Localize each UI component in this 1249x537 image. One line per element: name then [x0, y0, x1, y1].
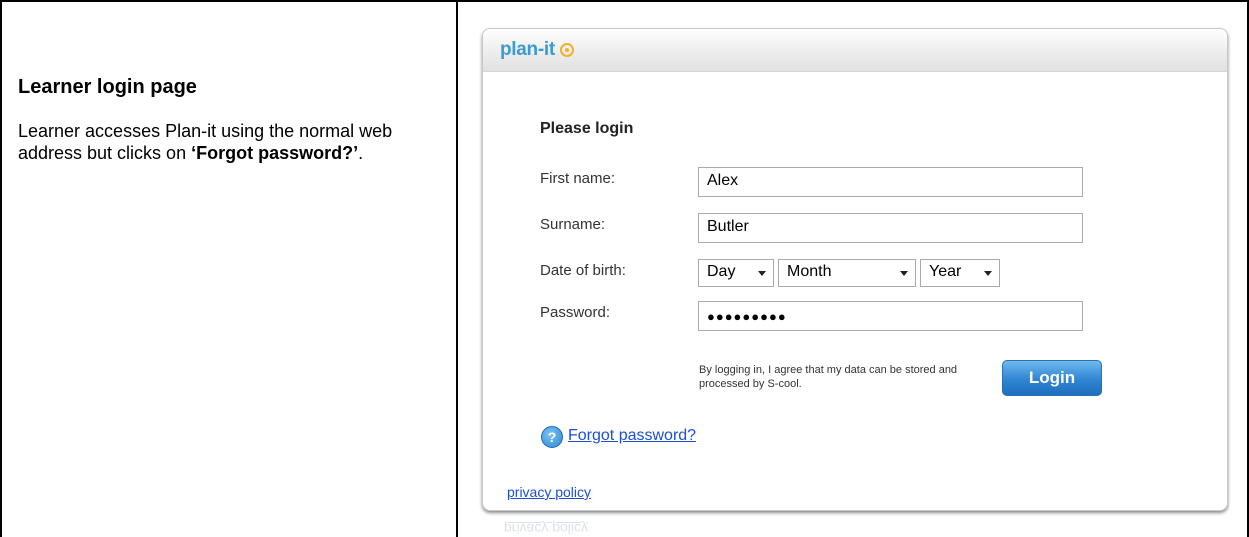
surname-label: Surname: [540, 216, 606, 233]
first-name-field[interactable]: Alex [698, 167, 1083, 197]
chevron-down-icon [984, 271, 992, 276]
doc-description-bold: ‘Forgot password?’ [191, 143, 359, 163]
password-field[interactable]: ●●●●●●●●● [698, 301, 1083, 331]
plan-it-logo-ring-icon [560, 43, 574, 57]
table-border-top [0, 0, 1249, 2]
form-title: Please login [540, 120, 634, 137]
table-border-divider [456, 0, 458, 537]
chevron-down-icon [758, 271, 766, 276]
table-border-left [0, 0, 2, 537]
dob-day-value: Day [707, 263, 736, 280]
surname-field[interactable]: Butler [698, 213, 1083, 243]
dob-month-value: Month [787, 263, 832, 280]
doc-description-end: . [358, 143, 364, 163]
dob-label: Date of birth: [540, 262, 626, 279]
dob-year-value: Year [929, 263, 962, 280]
privacy-policy-reflection: privacy policy [504, 521, 589, 537]
first-name-label: First name: [540, 170, 616, 187]
doc-description: Learner accesses Plan-it using the norma… [18, 120, 438, 164]
help-question-icon[interactable]: ? [541, 426, 563, 448]
dob-day-select[interactable]: Day [698, 259, 774, 287]
forgot-password-link[interactable]: Forgot password? [568, 427, 696, 445]
dob-year-select[interactable]: Year [920, 259, 1000, 287]
doc-title: Learner login page [18, 76, 197, 98]
password-label: Password: [540, 304, 611, 321]
consent-text: By logging in, I agree that my data can … [699, 364, 958, 390]
chevron-down-icon [900, 271, 908, 276]
plan-it-logo: plan-it [500, 39, 555, 60]
plan-it-login-window: plan-it Please login First name: Alex Su… [482, 28, 1228, 511]
privacy-policy-link[interactable]: privacy policy [507, 484, 591, 500]
app-header: plan-it [483, 29, 1227, 72]
login-button[interactable]: Login [1002, 360, 1102, 396]
dob-month-select[interactable]: Month [778, 259, 916, 287]
